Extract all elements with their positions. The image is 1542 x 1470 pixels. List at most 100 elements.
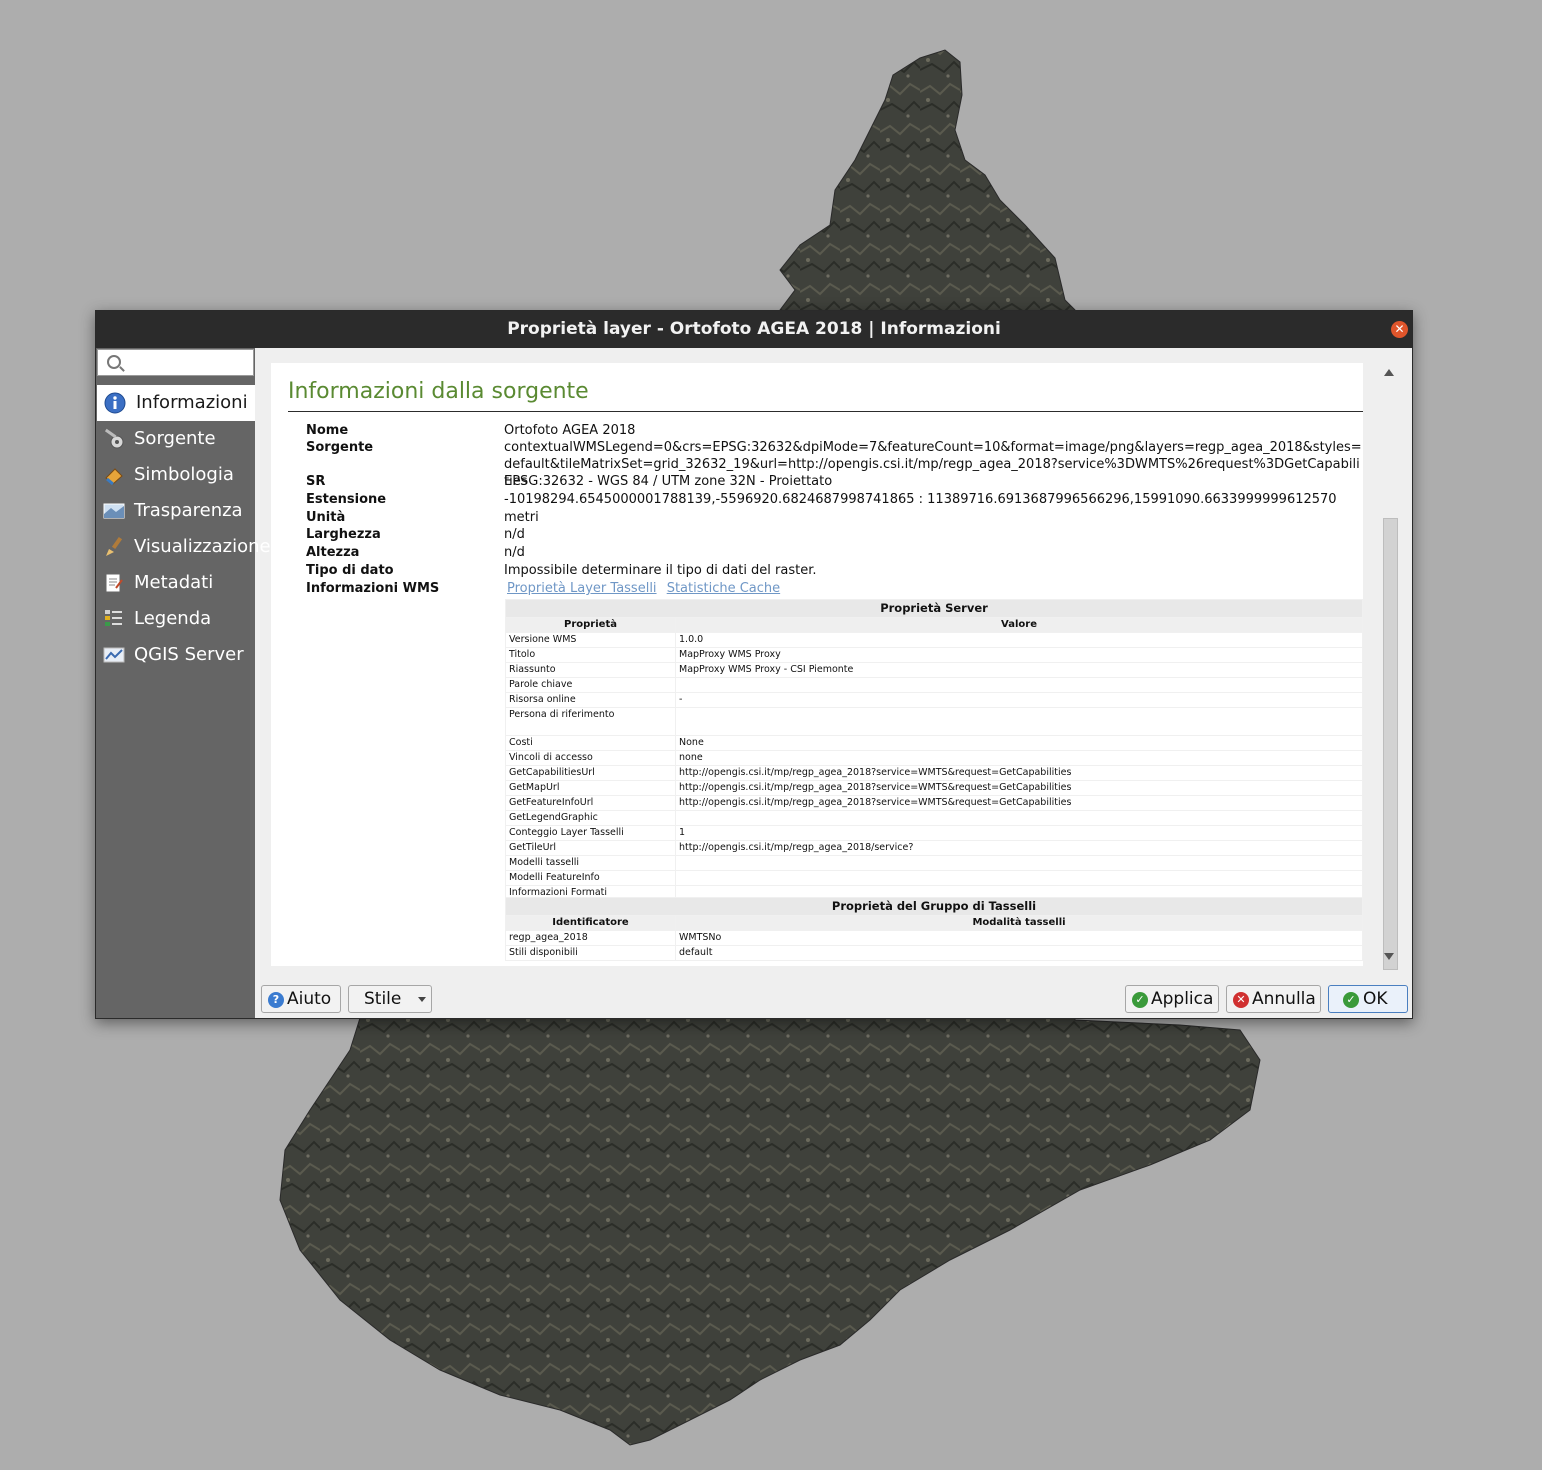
sidebar-item-metadati[interactable]: Metadati xyxy=(96,565,255,601)
cell: 1.0.0 xyxy=(674,632,1363,648)
cell: http://opengis.csi.it/mp/regp_agea_2018/… xyxy=(674,840,1363,856)
legend-icon xyxy=(105,610,122,626)
sidebar-nav: Informazioni Sorgente Simbologia Traspar… xyxy=(96,385,271,673)
cell xyxy=(674,707,1363,736)
qgis-server-icon xyxy=(103,647,125,663)
sidebar-item-sorgente[interactable]: Sorgente xyxy=(96,421,255,457)
cell: Persona di riferimento xyxy=(505,707,676,736)
apply-button[interactable]: ✓ Applica xyxy=(1125,985,1219,1013)
table-row: Titolo MapProxy WMS Proxy xyxy=(505,647,1363,663)
sidebar-item-label: Visualizzazione xyxy=(134,536,271,557)
table-row: Versione WMS 1.0.0 xyxy=(505,632,1363,648)
tileset-properties-table: Proprietà del Gruppo di Tasselli Identif… xyxy=(504,897,1363,961)
sidebar-item-label: Simbologia xyxy=(134,464,234,485)
table-row: Persona di riferimento xyxy=(505,707,1363,736)
field-value-larghezza: n/d xyxy=(504,527,525,542)
field-value-estensione: -10198294.6545000001788139,-5596920.6824… xyxy=(504,492,1337,507)
table-caption: Proprietà Server xyxy=(504,599,1363,618)
field-value-altezza: n/d xyxy=(504,545,525,560)
column-header: Valore xyxy=(674,617,1363,633)
check-icon: ✓ xyxy=(1343,992,1359,1008)
table-row: Stili disponibili default xyxy=(505,945,1363,961)
cancel-button-label: Annulla xyxy=(1252,989,1316,1009)
search-input[interactable] xyxy=(97,349,254,376)
sidebar-item-simbologia[interactable]: Simbologia xyxy=(96,457,255,493)
transparency-icon xyxy=(103,503,125,519)
sidebar-item-label: Metadati xyxy=(134,572,214,593)
sidebar-item-legenda[interactable]: Legenda xyxy=(96,601,255,637)
column-header: Identificatore xyxy=(505,915,676,931)
sidebar-item-label: QGIS Server xyxy=(134,644,244,665)
wms-links: Proprietà Layer Tasselli Statistiche Cac… xyxy=(507,580,1363,597)
scroll-up-icon[interactable] xyxy=(1384,369,1394,376)
help-button-label: Aiuto xyxy=(287,989,332,1009)
style-dropdown-button[interactable]: Stile xyxy=(348,985,432,1013)
cell xyxy=(674,870,1363,886)
cell: Stili disponibili xyxy=(505,945,676,961)
scroll-track[interactable] xyxy=(1382,383,1398,970)
chevron-down-icon xyxy=(418,997,426,1002)
table-row: Modelli FeatureInfo xyxy=(505,870,1363,886)
help-icon: ? xyxy=(268,992,284,1008)
field-value-tipo-di-dato: Impossibile determinare il tipo di dati … xyxy=(504,563,817,578)
brush-icon xyxy=(106,536,123,556)
field-label-sorgente: Sorgente xyxy=(306,440,374,455)
table-row: GetTileUrl http://opengis.csi.it/mp/regp_… xyxy=(505,840,1363,856)
table-row: Modelli tasselli xyxy=(505,855,1363,871)
help-button[interactable]: ? Aiuto xyxy=(261,985,341,1013)
server-properties-table: Proprietà Server Proprietà Valore Versio… xyxy=(504,599,1363,901)
field-label-larghezza: Larghezza xyxy=(306,527,381,542)
vertical-scrollbar[interactable] xyxy=(1381,363,1398,970)
info-icon xyxy=(104,392,126,414)
heading-divider xyxy=(288,411,1363,412)
sidebar-item-informazioni[interactable]: Informazioni xyxy=(97,385,255,421)
field-label-altezza: Altezza xyxy=(306,545,360,560)
cell: WMTSNo xyxy=(674,930,1363,946)
cell: GetLegendGraphic xyxy=(505,810,676,826)
cell xyxy=(674,855,1363,871)
scroll-down-icon[interactable] xyxy=(1384,953,1394,960)
field-value-unita: metri xyxy=(504,510,539,525)
cell: none xyxy=(674,750,1363,766)
cell xyxy=(674,810,1363,826)
cell: GetMapUrl xyxy=(505,780,676,796)
dialog-title: Proprietà layer - Ortofoto AGEA 2018 | I… xyxy=(507,319,1001,339)
cell: MapProxy WMS Proxy xyxy=(674,647,1363,663)
info-content-panel[interactable]: Informazioni dalla sorgente Nome Ortofot… xyxy=(271,363,1363,966)
cell: MapProxy WMS Proxy - CSI Piemonte xyxy=(674,662,1363,678)
cell: GetTileUrl xyxy=(505,840,676,856)
cell: Riassunto xyxy=(505,662,676,678)
sidebar-item-trasparenza[interactable]: Trasparenza xyxy=(96,493,255,529)
cell: Risorsa online xyxy=(505,692,676,708)
link-proprieta-layer-tasselli[interactable]: Proprietà Layer Tasselli xyxy=(507,581,657,596)
field-label-nome: Nome xyxy=(306,423,349,438)
column-header: Proprietà xyxy=(505,617,676,633)
cell: GetFeatureInfoUrl xyxy=(505,795,676,811)
sidebar-item-label: Informazioni xyxy=(136,392,248,413)
sidebar: Informazioni Sorgente Simbologia Traspar… xyxy=(96,348,271,1018)
cell: Modelli FeatureInfo xyxy=(505,870,676,886)
sidebar-item-label: Trasparenza xyxy=(134,500,243,521)
cell: GetCapabilitiesUrl xyxy=(505,765,676,781)
field-label-tipo-di-dato: Tipo di dato xyxy=(306,563,394,578)
cell: http://opengis.csi.it/mp/regp_agea_2018?… xyxy=(674,780,1363,796)
cell: Costi xyxy=(505,735,676,751)
ok-button-label: OK xyxy=(1363,989,1388,1009)
link-statistiche-cache[interactable]: Statistiche Cache xyxy=(667,581,780,596)
sidebar-item-qgis-server[interactable]: QGIS Server xyxy=(96,637,255,673)
field-label-informazioni-wms: Informazioni WMS xyxy=(306,581,440,596)
cell: Versione WMS xyxy=(505,632,676,648)
section-heading: Informazioni dalla sorgente xyxy=(288,379,589,404)
close-icon[interactable]: ✕ xyxy=(1391,321,1408,338)
sidebar-item-visualizzazione[interactable]: Visualizzazione xyxy=(96,529,271,565)
paint-icon xyxy=(105,468,123,486)
ok-button[interactable]: ✓ OK xyxy=(1328,985,1408,1013)
cell: Vincoli di accesso xyxy=(505,750,676,766)
metadata-icon xyxy=(105,573,123,593)
table-row: Vincoli di accesso none xyxy=(505,750,1363,766)
scroll-thumb[interactable] xyxy=(1383,518,1398,970)
cancel-button[interactable]: ✕ Annulla xyxy=(1226,985,1321,1013)
cell: Modelli tasselli xyxy=(505,855,676,871)
cell: http://opengis.csi.it/mp/regp_agea_2018?… xyxy=(674,765,1363,781)
cell: 1 xyxy=(674,825,1363,841)
